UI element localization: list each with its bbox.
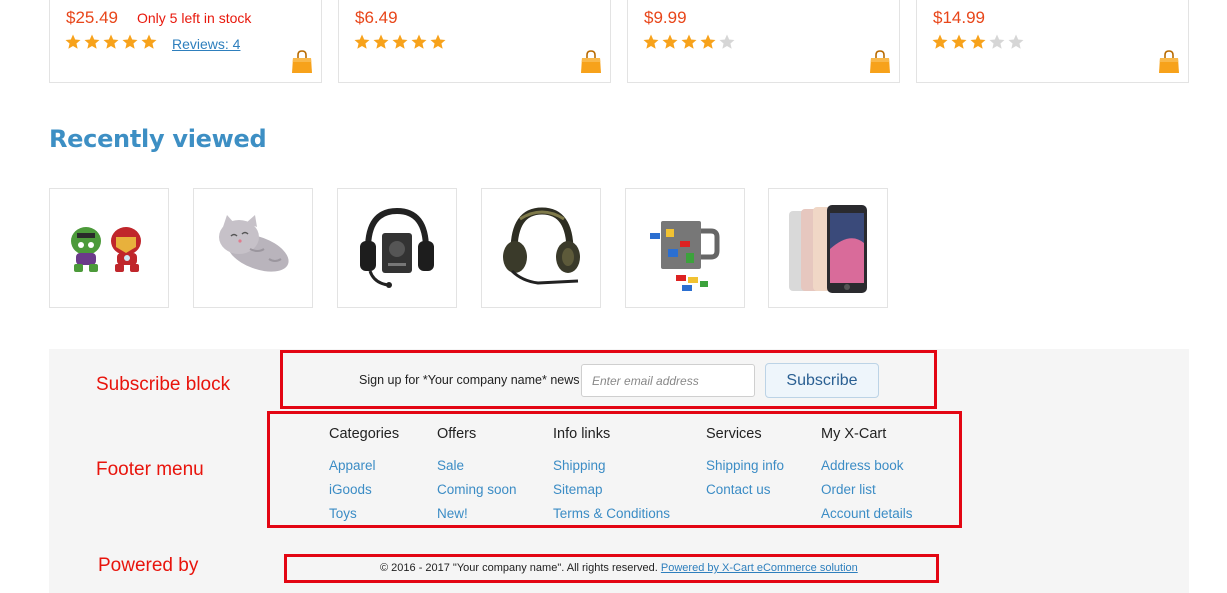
copyright-notice: © 2016 - 2017 "Your company name". All r… <box>380 562 658 574</box>
subscribe-label: Sign up for *Your company name* news <box>359 373 580 387</box>
footer-link[interactable]: Shipping info <box>706 456 784 476</box>
add-to-cart-icon[interactable] <box>580 50 602 74</box>
menu-title: Info links <box>553 426 611 442</box>
powered-by-link[interactable]: Powered by X-Cart eCommerce solution <box>661 562 858 574</box>
green-headset-image[interactable] <box>481 188 601 308</box>
rating-stars <box>642 33 736 53</box>
hulk-ironman-plush-image[interactable] <box>49 188 169 308</box>
headset-amp-image[interactable] <box>337 188 457 308</box>
footer: Subscribe block Sign up for *Your compan… <box>49 349 1189 593</box>
star-filled-icon <box>969 33 987 51</box>
star-filled-icon <box>642 33 660 51</box>
star-filled-icon <box>661 33 679 51</box>
product-card[interactable]: $9.99 <box>627 0 900 83</box>
product-price: $14.99 <box>933 8 985 27</box>
menu-title: Offers <box>437 426 477 442</box>
footer-link[interactable]: Sitemap <box>553 480 670 500</box>
product-price: $6.49 <box>355 8 398 27</box>
star-filled-icon <box>680 33 698 51</box>
menu-title: Services <box>706 426 762 442</box>
product-grid: $25.49 Only 5 left in stock Reviews: 4 $… <box>49 0 1189 83</box>
star-filled-icon <box>699 33 717 51</box>
add-to-cart-icon[interactable] <box>291 50 313 74</box>
stock-notice: Only 5 left in stock <box>137 10 252 26</box>
footer-link[interactable]: Apparel <box>329 456 399 476</box>
add-to-cart-icon[interactable] <box>1158 50 1180 74</box>
subscribe-block-annotation: Subscribe block <box>96 374 231 395</box>
footer-link[interactable]: Order list <box>821 480 913 500</box>
rating-stars <box>64 33 158 53</box>
star-empty-icon <box>1007 33 1025 51</box>
email-input[interactable] <box>581 364 755 397</box>
star-filled-icon <box>410 33 428 51</box>
smartphones-image[interactable] <box>768 188 888 308</box>
footer-link[interactable]: Shipping <box>553 456 670 476</box>
star-filled-icon <box>83 33 101 51</box>
footer-menu-offers: Offers Sale Coming soon New! <box>437 426 517 524</box>
rating-stars <box>353 33 447 53</box>
product-card[interactable]: $6.49 <box>338 0 611 83</box>
star-filled-icon <box>372 33 390 51</box>
footer-link[interactable]: Toys <box>329 504 399 524</box>
footer-menu-info-links: Info links Shipping Sitemap Terms & Cond… <box>553 426 670 524</box>
footer-menu-my-xcart: My X-Cart Address book Order list Accoun… <box>821 426 913 524</box>
add-to-cart-icon[interactable] <box>869 50 891 74</box>
star-filled-icon <box>140 33 158 51</box>
footer-link[interactable]: Terms & Conditions <box>553 504 670 524</box>
footer-link[interactable]: Coming soon <box>437 480 517 500</box>
star-filled-icon <box>102 33 120 51</box>
menu-title: Categories <box>329 426 400 442</box>
footer-menu-services: Services Shipping info Contact us <box>706 426 784 500</box>
footer-link[interactable]: Sale <box>437 456 517 476</box>
star-filled-icon <box>353 33 371 51</box>
star-empty-icon <box>718 33 736 51</box>
star-filled-icon <box>121 33 139 51</box>
product-price: $25.49 <box>66 8 118 27</box>
star-empty-icon <box>988 33 1006 51</box>
footer-menu-categories: Categories Apparel iGoods Toys <box>329 426 399 524</box>
star-filled-icon <box>931 33 949 51</box>
powered-by-annotation: Powered by <box>98 555 199 576</box>
rating-stars <box>931 33 1025 53</box>
footer-link[interactable]: New! <box>437 504 517 524</box>
star-filled-icon <box>950 33 968 51</box>
star-filled-icon <box>64 33 82 51</box>
copyright-text: © 2016 - 2017 "Your company name". All r… <box>380 562 858 574</box>
product-card[interactable]: $25.49 Only 5 left in stock Reviews: 4 <box>49 0 322 83</box>
product-card[interactable]: $14.99 <box>916 0 1189 83</box>
lego-mug-image[interactable] <box>625 188 745 308</box>
star-filled-icon <box>429 33 447 51</box>
footer-link[interactable]: iGoods <box>329 480 399 500</box>
reviews-link[interactable]: Reviews: 4 <box>172 36 240 52</box>
recently-viewed-title: Recently viewed <box>49 125 267 153</box>
cat-plush-image[interactable] <box>193 188 313 308</box>
product-price: $9.99 <box>644 8 687 27</box>
menu-title: My X-Cart <box>821 426 887 442</box>
footer-link[interactable]: Contact us <box>706 480 784 500</box>
star-filled-icon <box>391 33 409 51</box>
footer-link[interactable]: Address book <box>821 456 913 476</box>
footer-link[interactable]: Account details <box>821 504 913 524</box>
subscribe-button[interactable]: Subscribe <box>765 363 879 398</box>
footer-menu-annotation: Footer menu <box>96 459 204 480</box>
